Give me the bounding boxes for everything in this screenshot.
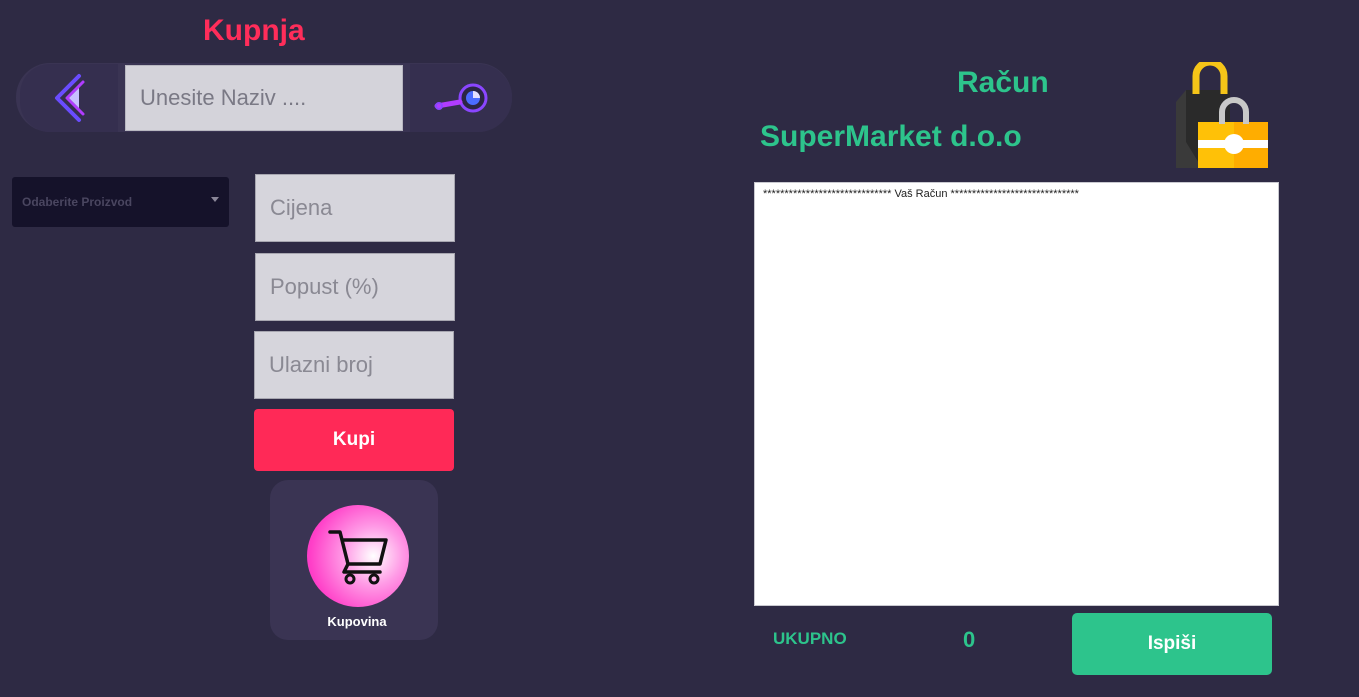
buy-button[interactable]: Kupi [254,409,454,471]
receipt-area[interactable]: ****************************** Vaš Račun… [754,182,1279,606]
search-button[interactable] [410,64,512,132]
cart-button[interactable] [307,505,409,607]
product-select[interactable]: Odaberite Proizvod [12,177,229,227]
print-button[interactable]: Ispiši [1072,613,1272,675]
total-value: 0 [963,627,976,652]
search-input[interactable] [125,65,403,131]
back-chevron-icon [55,74,85,122]
back-button[interactable] [20,64,118,132]
total-label: UKUPNO [773,629,847,648]
shopping-bag-icon [1172,58,1272,170]
chevron-down-icon [211,197,219,202]
price-field[interactable] [255,174,455,242]
input-number-field[interactable] [254,331,454,399]
cart-icon [328,530,388,585]
magnifier-icon [434,83,488,113]
shopping-label: Kupovina [327,614,387,629]
receipt-title: Račun [957,66,1049,99]
purchase-title: Kupnja [203,14,305,47]
product-select-value: Odaberite Proizvod [22,195,133,209]
company-name: SuperMarket d.o.o [760,120,1022,153]
discount-field[interactable] [255,253,455,321]
